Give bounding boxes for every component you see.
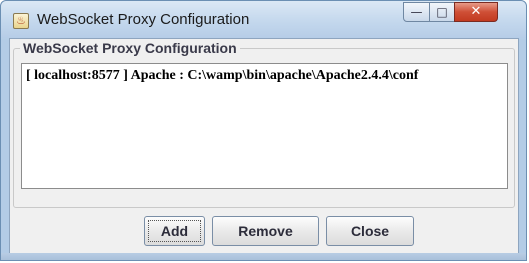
close-button-label: Close xyxy=(350,223,390,239)
proxy-list[interactable]: [ localhost:8577 ] Apache : C:\wamp\bin\… xyxy=(21,63,508,189)
list-item[interactable]: [ localhost:8577 ] Apache : C:\wamp\bin\… xyxy=(23,65,506,85)
maximize-button[interactable]: □ xyxy=(429,2,455,22)
java-cup-icon[interactable]: ♨ xyxy=(13,13,29,29)
remove-button-label: Remove xyxy=(238,223,293,239)
dialog-content: WebSocket Proxy Configuration [ localhos… xyxy=(9,38,519,254)
dialog-window: ♨ WebSocket Proxy Configuration — □ ✕ We… xyxy=(0,0,527,261)
close-button[interactable]: Close xyxy=(326,216,414,246)
remove-button[interactable]: Remove xyxy=(212,216,319,246)
title-bar[interactable]: ♨ WebSocket Proxy Configuration — □ ✕ xyxy=(1,1,526,38)
window-title: WebSocket Proxy Configuration xyxy=(37,11,250,28)
add-button-label: Add xyxy=(160,223,189,239)
proxy-config-group: WebSocket Proxy Configuration [ localhos… xyxy=(13,40,515,208)
group-title: WebSocket Proxy Configuration xyxy=(20,40,240,56)
minimize-button[interactable]: — xyxy=(403,2,430,22)
close-window-button[interactable]: ✕ xyxy=(454,2,498,22)
add-button[interactable]: Add xyxy=(144,216,205,246)
window-bottom-border xyxy=(1,253,526,260)
